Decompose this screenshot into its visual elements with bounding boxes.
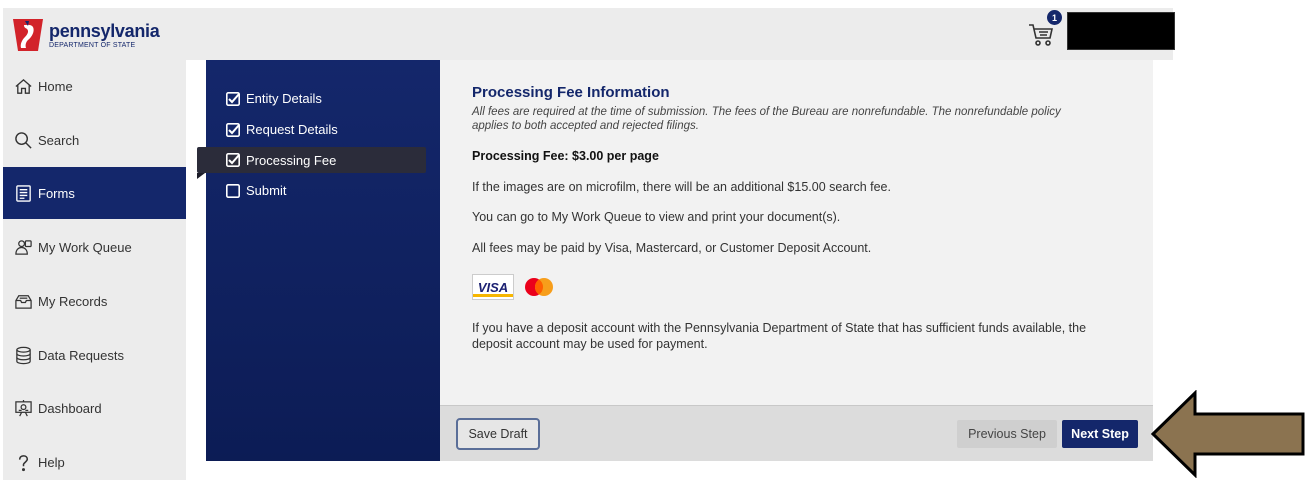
records-icon bbox=[15, 294, 32, 309]
checkbox-checked-icon bbox=[226, 153, 240, 167]
step-submit[interactable]: Submit bbox=[226, 183, 286, 198]
search-icon bbox=[15, 131, 32, 149]
database-icon bbox=[16, 346, 31, 364]
logo-title: pennsylvania bbox=[49, 20, 160, 41]
keystone-logo-icon bbox=[13, 19, 43, 51]
work-queue-icon bbox=[15, 239, 32, 255]
sidebar-item-label: Home bbox=[38, 78, 73, 94]
next-step-button[interactable]: Next Step bbox=[1062, 420, 1138, 448]
sidebar-item-label: Data Requests bbox=[38, 347, 124, 363]
sidebar-item-work-queue[interactable]: My Work Queue bbox=[3, 221, 186, 273]
form-steps-panel: Entity Details Request Details Processin… bbox=[197, 60, 440, 461]
step-entity-details[interactable]: Entity Details bbox=[226, 91, 322, 106]
save-draft-button[interactable]: Save Draft bbox=[456, 418, 540, 450]
checkbox-checked-icon bbox=[226, 91, 240, 106]
logo-subtitle: DEPARTMENT OF STATE bbox=[49, 41, 136, 49]
sidebar-item-home[interactable]: Home bbox=[3, 60, 186, 112]
sidebar-item-label: My Work Queue bbox=[38, 239, 132, 255]
sidebar-item-label: Help bbox=[38, 454, 65, 470]
sidebar-item-forms[interactable]: Forms bbox=[3, 167, 186, 219]
help-icon bbox=[18, 454, 29, 471]
sidebar-item-help[interactable]: Help bbox=[3, 436, 186, 480]
step-label: Processing Fee bbox=[246, 152, 337, 168]
sidebar-item-label: My Records bbox=[38, 293, 108, 309]
step-label: Submit bbox=[246, 183, 287, 198]
forms-icon bbox=[16, 184, 31, 202]
sidebar-nav: Home Search Forms My Work Queue My Recor… bbox=[3, 60, 186, 480]
step-request-details[interactable]: Request Details bbox=[226, 122, 338, 137]
checkbox-empty-icon bbox=[226, 183, 240, 198]
payment-methods-text: All fees may be paid by Visa, Mastercard… bbox=[472, 241, 872, 255]
sidebar-item-label: Dashboard bbox=[38, 400, 102, 416]
visa-logo: VISA bbox=[472, 274, 514, 300]
sidebar-item-dashboard[interactable]: Dashboard bbox=[3, 382, 186, 434]
annotation-arrow-icon bbox=[1150, 390, 1305, 478]
dashboard-icon bbox=[15, 399, 32, 416]
deposit-account-text: If you have a deposit account with the P… bbox=[472, 321, 1087, 351]
processing-fee-amount: Processing Fee: $3.00 per page bbox=[472, 149, 659, 163]
sidebar-item-my-records[interactable]: My Records bbox=[3, 275, 186, 327]
step-processing-fee[interactable]: Processing Fee bbox=[197, 147, 426, 179]
pa-logo[interactable]: pennsylvania DEPARTMENT OF STATE bbox=[11, 17, 160, 53]
cart-count-badge: 1 bbox=[1047, 10, 1062, 25]
step-label: Request Details bbox=[246, 122, 338, 137]
checkbox-checked-icon bbox=[226, 122, 240, 137]
sidebar-item-search[interactable]: Search bbox=[3, 114, 186, 166]
fee-policy-note: All fees are required at the time of sub… bbox=[472, 106, 1061, 132]
sidebar-item-label: Forms bbox=[38, 185, 75, 201]
form-footer-bar: Save Draft Previous Step Next Step bbox=[440, 405, 1153, 461]
home-icon bbox=[15, 78, 32, 94]
microfilm-fee-text: If the images are on microfilm, there wi… bbox=[472, 180, 891, 194]
sidebar-item-data-requests[interactable]: Data Requests bbox=[3, 329, 186, 381]
top-header: pennsylvania DEPARTMENT OF STATE 1 bbox=[3, 8, 1175, 60]
user-account-redacted[interactable] bbox=[1067, 12, 1175, 50]
step-label: Entity Details bbox=[246, 91, 322, 106]
content-panel: Processing Fee Information All fees are … bbox=[440, 60, 1153, 405]
page: pennsylvania DEPARTMENT OF STATE 1 Home … bbox=[0, 0, 1307, 480]
previous-step-button[interactable]: Previous Step bbox=[957, 420, 1057, 448]
work-queue-text: You can go to My Work Queue to view and … bbox=[472, 210, 841, 224]
sidebar-item-label: Search bbox=[38, 132, 80, 148]
mastercard-logo-icon bbox=[525, 278, 553, 296]
page-title: Processing Fee Information bbox=[472, 84, 670, 101]
